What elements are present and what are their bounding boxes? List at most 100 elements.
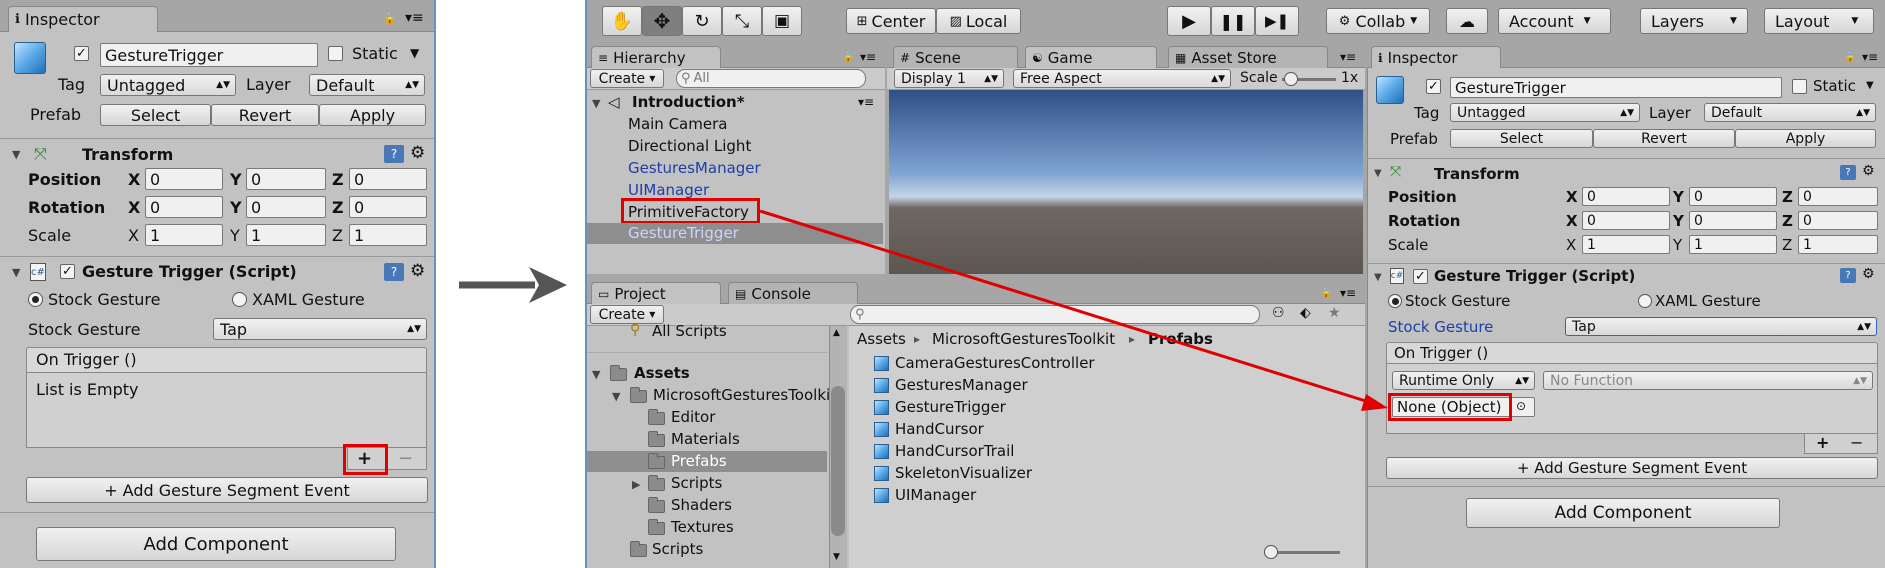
rotation-z-field[interactable]: 0	[349, 196, 427, 218]
prefab-select-button[interactable]: Select	[100, 104, 211, 126]
pivot-local-button[interactable]: ▨ Local	[936, 8, 1021, 34]
menu-icon[interactable]: ▾≡	[860, 50, 876, 64]
remove-event-minus-button[interactable]: −	[1850, 433, 1863, 452]
foldout-arrow-icon[interactable]: ▶	[632, 478, 640, 491]
static-dropdown-icon[interactable]: ▼	[410, 46, 419, 60]
layers-dropdown[interactable]: Layers ▼	[1640, 8, 1748, 34]
project-tree-item[interactable]: MicrosoftGesturesToolkit	[653, 386, 829, 404]
foldout-arrow-icon[interactable]: ▼	[1374, 168, 1382, 179]
project-tree-item[interactable]: Scripts	[652, 540, 703, 558]
breadcrumb-item[interactable]: Assets	[857, 330, 906, 348]
scale-x-field[interactable]: 1	[145, 224, 223, 246]
project-tree-item[interactable]: Scripts	[671, 474, 722, 492]
rotation-y-field[interactable]: 0	[1689, 211, 1777, 230]
rect-tool-icon[interactable]: ▣	[762, 6, 802, 36]
rotation-x-field[interactable]: 0	[1582, 211, 1670, 230]
collab-dropdown[interactable]: ⚙ Collab ▼	[1326, 8, 1430, 34]
scrollbar-thumb[interactable]	[831, 386, 845, 536]
xaml-gesture-radio[interactable]	[232, 292, 247, 307]
asset-item[interactable]: HandCursor	[895, 420, 984, 438]
gear-icon[interactable]: ⚙	[410, 143, 425, 163]
project-tree-item-selected[interactable]: Prefabs	[671, 452, 727, 470]
console-tab[interactable]: ▤ Console	[728, 282, 858, 304]
lock-icon[interactable]: 🔒	[383, 12, 397, 25]
left-inspector-tab[interactable]: ℹ Inspector	[8, 6, 158, 32]
gear-icon[interactable]: ⚙	[1862, 163, 1875, 179]
menu-icon[interactable]: ▾≡	[858, 95, 874, 109]
gear-icon[interactable]: ⚙	[410, 261, 425, 281]
scale-y-field[interactable]: 1	[246, 224, 326, 246]
rotation-y-field[interactable]: 0	[246, 196, 326, 218]
stock-gesture-dropdown[interactable]: Tap ▲▼	[1565, 317, 1877, 336]
asset-item[interactable]: SkeletonVisualizer	[895, 464, 1032, 482]
function-dropdown[interactable]: No Function ▲▼	[1543, 371, 1873, 390]
hierarchy-search-input[interactable]: ⚲ All	[676, 69, 866, 88]
aspect-dropdown[interactable]: Free Aspect ▲▼	[1013, 69, 1231, 88]
prefab-apply-button[interactable]: Apply	[1735, 129, 1876, 148]
project-tree-item[interactable]: All Scripts	[652, 322, 727, 340]
asset-item[interactable]: HandCursorTrail	[895, 442, 1014, 460]
icon-size-slider-thumb[interactable]	[1264, 545, 1278, 559]
lock-icon[interactable]: 🔒	[1844, 52, 1856, 63]
runtime-only-dropdown[interactable]: Runtime Only ▲▼	[1392, 371, 1535, 390]
add-gesture-segment-button[interactable]: + Add Gesture Segment Event	[1386, 457, 1878, 479]
hierarchy-item-selected[interactable]: GestureTrigger	[628, 224, 739, 242]
hierarchy-item[interactable]: GesturesManager	[628, 159, 761, 177]
stock-gesture-dropdown[interactable]: Tap ▲▼	[213, 318, 427, 340]
prefab-apply-button[interactable]: Apply	[319, 104, 426, 126]
asset-store-tab[interactable]: ▦ Asset Store	[1168, 46, 1328, 68]
move-tool-icon[interactable]: ✥	[642, 6, 682, 36]
prefab-select-button[interactable]: Select	[1450, 129, 1593, 148]
add-event-plus-button[interactable]: +	[1816, 433, 1829, 452]
rotate-tool-icon[interactable]: ↻	[682, 6, 722, 36]
layer-dropdown[interactable]: Default ▲▼	[309, 74, 425, 96]
tag-dropdown[interactable]: Untagged ▲▼	[1450, 103, 1640, 122]
project-tree-item[interactable]: Materials	[671, 430, 740, 448]
game-tab[interactable]: ☯ Game	[1025, 46, 1157, 68]
scale-y-field[interactable]: 1	[1689, 235, 1777, 254]
position-z-field[interactable]: 0	[349, 168, 427, 190]
position-x-field[interactable]: 0	[145, 168, 223, 190]
add-component-button[interactable]: Add Component	[1466, 498, 1780, 528]
scale-slider-thumb[interactable]	[1284, 72, 1298, 86]
foldout-arrow-icon[interactable]: ▼	[592, 97, 600, 110]
script-enabled-checkbox[interactable]: ✓	[60, 264, 75, 279]
project-tree-item[interactable]: Textures	[671, 518, 734, 536]
layout-dropdown[interactable]: Layout ▼	[1764, 8, 1874, 34]
hierarchy-create-dropdown[interactable]: Create ▼	[590, 69, 664, 88]
object-picker-icon[interactable]: ⊙	[1516, 399, 1526, 413]
hierarchy-item[interactable]: UIManager	[628, 181, 709, 199]
prefab-revert-button[interactable]: Revert	[211, 104, 319, 126]
gear-icon[interactable]: ⚙	[1862, 266, 1875, 282]
remove-event-minus-button[interactable]: −	[398, 448, 413, 469]
static-checkbox[interactable]	[328, 46, 343, 61]
right-inspector-tab[interactable]: ℹ Inspector	[1371, 46, 1501, 68]
project-tree-item[interactable]: Shaders	[671, 496, 732, 514]
scale-tool-icon[interactable]: ⤡	[722, 6, 762, 36]
project-tab[interactable]: ▭ Project	[591, 282, 721, 304]
active-checkbox[interactable]: ✓	[1426, 79, 1441, 94]
pause-button[interactable]: ❚❚	[1211, 6, 1255, 36]
layer-dropdown[interactable]: Default ▲▼	[1704, 103, 1876, 122]
position-y-field[interactable]: 0	[1689, 187, 1777, 206]
game-viewport[interactable]	[889, 90, 1363, 274]
breadcrumb-item[interactable]: MicrosoftGesturesToolkit	[932, 330, 1115, 348]
hierarchy-item[interactable]: Main Camera	[628, 115, 727, 133]
play-button[interactable]: ▶	[1167, 6, 1211, 36]
prefab-revert-button[interactable]: Revert	[1593, 129, 1735, 148]
rotation-z-field[interactable]: 0	[1798, 211, 1878, 230]
label-tag-icon[interactable]: ⬖	[1300, 305, 1311, 321]
scene-tab[interactable]: # Scene	[893, 46, 1018, 68]
menu-icon[interactable]: ▾≡	[1340, 286, 1356, 300]
add-component-button[interactable]: Add Component	[36, 527, 396, 561]
foldout-arrow-icon[interactable]: ▼	[1374, 272, 1382, 283]
scroll-up-icon[interactable]: ▲	[833, 328, 840, 338]
menu-icon[interactable]: ▾≡	[405, 10, 424, 26]
position-x-field[interactable]: 0	[1582, 187, 1670, 206]
help-book-icon[interactable]: ?	[384, 145, 404, 163]
help-book-icon[interactable]: ?	[384, 263, 404, 281]
foldout-arrow-icon[interactable]: ▼	[12, 148, 20, 161]
hierarchy-item[interactable]: Directional Light	[628, 137, 751, 155]
asset-item[interactable]: CameraGesturesController	[895, 354, 1095, 372]
asset-item[interactable]: GestureTrigger	[895, 398, 1006, 416]
